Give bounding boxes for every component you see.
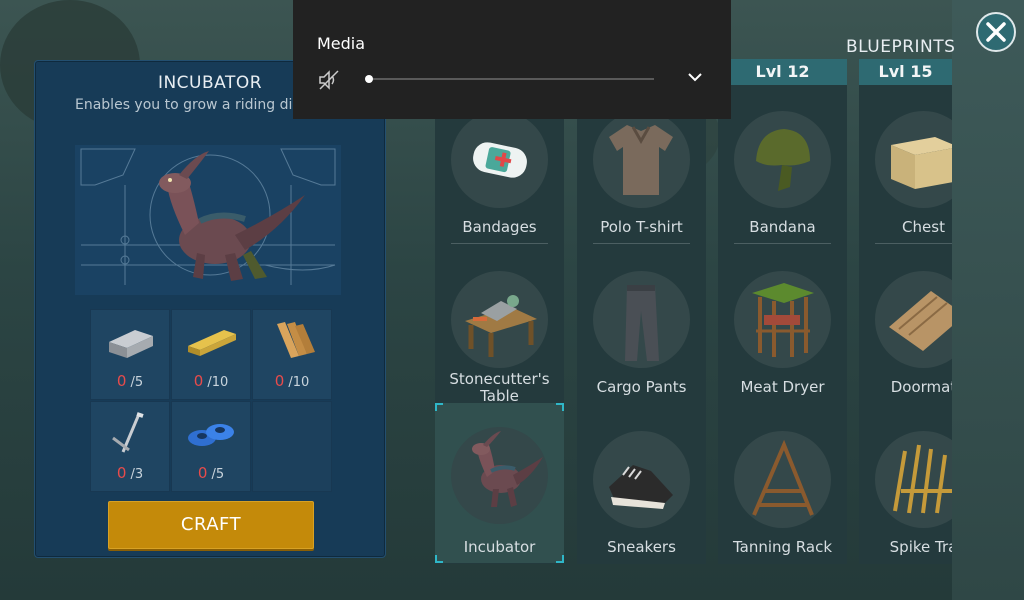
meat-dryer-icon — [752, 283, 814, 357]
blueprint-item-spike-trap[interactable]: Spike Tra — [859, 423, 952, 564]
blueprint-item-chest[interactable]: Chest — [859, 103, 952, 263]
bandages-icon — [473, 142, 527, 178]
ingredient-need: /10 — [288, 375, 310, 390]
ingredient-slot[interactable]: 0/10 — [171, 309, 251, 400]
blueprint-item-label: Bandages — [462, 218, 537, 236]
blueprint-item-label: Cargo Pants — [596, 378, 687, 396]
doormat-icon — [889, 291, 952, 351]
blueprint-item-label: Chest — [902, 218, 945, 236]
incubator-blueprint-image — [75, 145, 341, 295]
iron-ingot-icon — [109, 330, 153, 358]
blueprint-item-label: Bandana — [749, 218, 816, 236]
spike-trap-icon — [893, 444, 952, 514]
blueprint-item-polo-t-shirt[interactable]: Polo T-shirt — [577, 103, 706, 263]
blueprint-column: Bandages Stonecutter's Table Incubator — [435, 59, 564, 564]
blueprint-item-label: Incubator — [463, 538, 536, 556]
level-badge: Lvl 12 — [718, 59, 847, 85]
close-button[interactable] — [976, 12, 1016, 52]
blueprint-item-bandana[interactable]: Bandana — [718, 103, 847, 263]
ingredient-need: /3 — [130, 467, 144, 482]
ingredient-slot-empty — [252, 401, 332, 492]
blueprint-item-bandages[interactable]: Bandages — [435, 103, 564, 263]
blueprint-column: Lvl 15 Chest Doormat Spike Tra — [859, 59, 952, 564]
blueprints-label: BLUEPRINTS — [846, 37, 956, 57]
log-bundle-icon — [277, 322, 315, 358]
background-strip — [952, 0, 1024, 600]
craft-button[interactable]: CRAFT — [108, 501, 314, 549]
incubator-panel: INCUBATOR Enables you to grow a riding d… — [34, 60, 386, 558]
tanning-rack-icon — [752, 439, 814, 516]
wood-plank-icon — [188, 330, 236, 356]
ingredient-have: 0 — [193, 372, 204, 390]
blueprint-item-label: Sneakers — [607, 538, 676, 556]
stonecutters-table-icon — [465, 295, 537, 357]
blueprint-item-meat-dryer[interactable]: Meat Dryer — [718, 263, 847, 423]
chevron-down-icon[interactable] — [687, 70, 703, 84]
media-volume-panel: Media — [293, 0, 731, 119]
ingredient-slot[interactable]: 0/5 — [90, 309, 170, 400]
blueprint-item-label: Spike Tra — [889, 538, 952, 556]
blueprint-item-doormat[interactable]: Doormat — [859, 263, 952, 423]
volume-slider-track[interactable] — [369, 78, 654, 80]
blueprint-item-sneakers[interactable]: Sneakers — [577, 423, 706, 583]
blueprint-item-label: Doormat — [890, 378, 952, 396]
blueprint-item-cargo-pants[interactable]: Cargo Pants — [577, 263, 706, 423]
duct-tape-icon — [188, 424, 234, 446]
nails-icon — [112, 412, 144, 453]
mute-icon[interactable] — [317, 68, 341, 92]
ingredient-have: 0 — [116, 464, 127, 482]
blueprint-item-incubator[interactable]: Incubator — [435, 403, 564, 563]
chest-icon — [891, 137, 952, 189]
media-title: Media — [317, 34, 366, 53]
volume-slider-knob[interactable] — [365, 75, 373, 83]
blueprint-item-label: Polo T-shirt — [600, 218, 683, 236]
blueprint-item-label: Tanning Rack — [732, 538, 833, 556]
cargo-pants-icon — [625, 285, 659, 361]
blueprint-item-stonecutters-table[interactable]: Stonecutter's Table — [435, 263, 564, 423]
blueprint-column: Lvl 12 Bandana Meat Dryer Tanning Rack — [718, 59, 847, 564]
ingredient-slot[interactable]: 0/10 — [252, 309, 332, 400]
ingredient-slot[interactable]: 0/3 — [90, 401, 170, 492]
ingredient-have: 0 — [197, 464, 208, 482]
ingredients-grid: 0/5 0/10 0/10 0/3 0 /5 — [90, 309, 333, 493]
sneakers-icon — [609, 465, 673, 509]
incubator-dinosaur-icon — [472, 431, 543, 507]
blueprint-item-label: Meat Dryer — [740, 378, 825, 396]
bandana-icon — [756, 129, 810, 191]
polo-t-shirt-icon — [609, 125, 673, 195]
ingredient-need: /10 — [207, 375, 229, 390]
ingredient-have: 0 — [116, 372, 127, 390]
close-icon — [986, 22, 1006, 42]
blueprint-column: Polo T-shirt Cargo Pants Sneakers — [577, 59, 706, 564]
blueprint-item-label: Stonecutter's Table — [449, 370, 550, 405]
blueprint-item-tanning-rack[interactable]: Tanning Rack — [718, 423, 847, 583]
ingredient-need: /5 — [130, 375, 144, 390]
ingredient-need: /5 — [211, 467, 225, 482]
ingredient-have: 0 — [274, 372, 285, 390]
level-badge: Lvl 15 — [859, 59, 952, 85]
ingredient-slot[interactable]: 0/5 — [171, 401, 251, 492]
